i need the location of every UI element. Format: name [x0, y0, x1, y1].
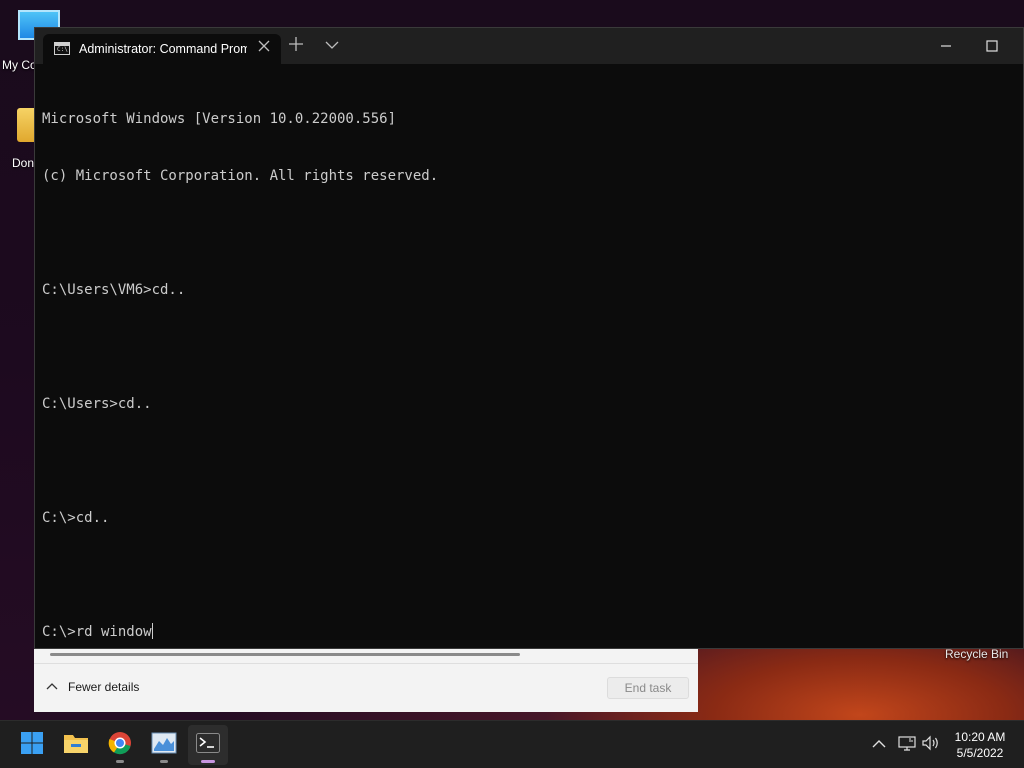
console-command-text: C:\>rd window: [42, 624, 152, 640]
network-button[interactable]: [894, 721, 920, 768]
file-explorer-icon: [63, 732, 89, 759]
close-tab-icon[interactable]: [258, 39, 270, 56]
text-cursor: [151, 623, 153, 639]
command-prompt-icon: C:\: [54, 42, 70, 55]
taskbar-clock[interactable]: 10:20 AM 5/5/2022: [944, 729, 1016, 761]
new-tab-button[interactable]: [289, 34, 303, 57]
end-task-button[interactable]: End task: [607, 677, 689, 699]
console-line: C:\Users>cd..: [42, 396, 152, 412]
desktop-icon-label: Don: [12, 156, 35, 170]
volume-button[interactable]: [920, 721, 942, 768]
taskbar-file-explorer[interactable]: [56, 725, 96, 765]
console-line: (c) Microsoft Corporation. All rights re…: [42, 168, 439, 184]
maximize-button[interactable]: [969, 28, 1015, 64]
tab-title: Administrator: Command Promp: [79, 42, 247, 56]
console-input-line[interactable]: C:\>rd window: [42, 623, 1002, 642]
console-line: Microsoft Windows [Version 10.0.22000.55…: [42, 111, 397, 127]
clock-date: 5/5/2022: [956, 746, 1004, 760]
running-indicator: [160, 760, 168, 763]
console-output[interactable]: Microsoft Windows [Version 10.0.22000.55…: [42, 72, 1002, 640]
chevron-down-icon[interactable]: [325, 38, 339, 52]
fewer-details-button[interactable]: Fewer details: [46, 680, 139, 694]
start-button[interactable]: [12, 725, 52, 765]
console-line: C:\Users\VM6>cd..: [42, 282, 186, 298]
taskbar-terminal[interactable]: [188, 725, 228, 765]
network-icon: [898, 735, 916, 756]
volume-icon: [922, 735, 940, 756]
console-line: C:\>cd..: [42, 510, 110, 526]
chevron-up-icon: [872, 736, 886, 754]
fewer-details-label: Fewer details: [68, 680, 140, 694]
chevron-up-icon: [46, 681, 58, 693]
clock-time: 10:20 AM: [954, 730, 1006, 744]
taskbar: 10:20 AM 5/5/2022: [0, 720, 1024, 768]
task-manager-icon: [151, 732, 177, 759]
terminal-icon: [196, 732, 220, 758]
title-bar[interactable]: C:\ Administrator: Command Promp: [35, 28, 1023, 64]
terminal-window[interactable]: C:\ Administrator: Command Promp Microso…: [34, 27, 1024, 649]
windows-start-icon: [20, 731, 44, 760]
taskbar-chrome[interactable]: [100, 725, 140, 765]
minimize-button[interactable]: [923, 28, 969, 64]
running-indicator: [116, 760, 124, 763]
chrome-icon: [108, 731, 132, 760]
show-hidden-icons-button[interactable]: [866, 721, 892, 768]
tab-command-prompt[interactable]: C:\ Administrator: Command Promp: [43, 34, 281, 64]
taskbar-task-manager[interactable]: [144, 725, 184, 765]
active-indicator: [201, 760, 215, 763]
desktop-icon-label: My Co: [2, 58, 37, 72]
